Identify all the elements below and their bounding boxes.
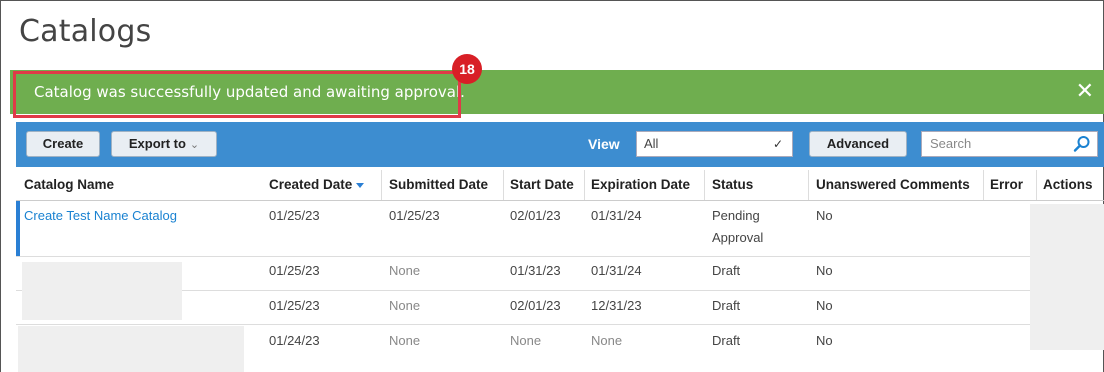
col-header-created-label: Created Date [269, 177, 353, 192]
created-date-cell: 01/24/23 [269, 333, 320, 348]
chevron-down-icon: ⌄ [189, 139, 200, 151]
sort-desc-icon [356, 182, 365, 188]
comments-cell: No [816, 298, 833, 313]
column-divider [704, 170, 705, 200]
status-cell: Draft [712, 333, 741, 348]
redacted-catalog-names [22, 262, 182, 320]
view-label: View [588, 136, 620, 152]
expiration-date-cell: 01/31/24 [591, 263, 642, 278]
status-cell: Draft [712, 263, 741, 278]
status-cell: Pending [712, 208, 760, 223]
advanced-button[interactable]: Advanced [809, 131, 907, 157]
status-cell-line2: Approval [712, 230, 764, 245]
column-divider [503, 170, 504, 200]
header-divider [16, 200, 1104, 201]
column-divider [983, 170, 984, 200]
status-cell: Draft [712, 298, 741, 313]
col-header-start-date[interactable]: Start Date [510, 170, 574, 200]
start-date-cell: 02/01/23 [510, 208, 561, 223]
column-divider [584, 170, 585, 200]
search-icon[interactable] [1073, 135, 1091, 153]
created-date-cell: 01/25/23 [269, 208, 320, 223]
created-date-cell: 01/25/23 [269, 298, 320, 313]
export-to-label: Export to [128, 136, 186, 151]
submitted-date-cell: None [389, 333, 421, 348]
row-divider [16, 324, 1104, 325]
expiration-date-cell: None [591, 333, 623, 348]
chevron-down-icon: ✓ [772, 137, 783, 151]
expiration-date-cell: 12/31/23 [591, 298, 642, 313]
create-button[interactable]: Create [26, 131, 100, 157]
created-date-cell: 01/25/23 [269, 263, 320, 278]
close-icon[interactable]: ✕ [1076, 78, 1094, 104]
col-header-status[interactable]: Status [712, 170, 753, 200]
submitted-date-cell: None [389, 263, 421, 278]
start-date-cell: 02/01/23 [510, 298, 561, 313]
start-date-cell: None [510, 333, 542, 348]
highlight-box [13, 71, 461, 118]
row-divider [16, 256, 1104, 257]
search-placeholder: Search [930, 136, 972, 151]
col-header-error[interactable]: Error [990, 170, 1023, 200]
redacted-catalog-name [18, 326, 244, 372]
column-divider [1036, 170, 1037, 200]
view-select-value: All [644, 136, 659, 151]
col-header-expiration-date[interactable]: Expiration Date [591, 170, 690, 200]
col-header-unanswered-comments[interactable]: Unanswered Comments [816, 170, 970, 200]
col-header-catalog-name[interactable]: Catalog Name [24, 170, 114, 200]
catalog-name-link[interactable]: Create Test Name Catalog [24, 205, 177, 227]
column-divider [381, 170, 382, 200]
submitted-date-cell: None [389, 298, 421, 313]
comments-cell: No [816, 263, 833, 278]
col-header-created-date[interactable]: Created Date [269, 170, 365, 200]
redacted-actions [1030, 204, 1104, 350]
selected-row-indicator [16, 201, 20, 256]
expiration-date-cell: 01/31/24 [591, 208, 642, 223]
start-date-cell: 01/31/23 [510, 263, 561, 278]
comments-cell: No [816, 208, 833, 223]
catalog-toolbar: Create Export to ⌄ View All ✓ Advanced Se… [16, 122, 1104, 167]
export-to-button[interactable]: Export to ⌄ [111, 131, 217, 157]
step-badge: 18 [452, 54, 482, 84]
search-input[interactable]: Search [921, 131, 1098, 157]
col-header-actions: Actions [1043, 177, 1093, 192]
view-select[interactable]: All ✓ [636, 131, 793, 157]
comments-cell: No [816, 333, 833, 348]
col-header-submitted-date[interactable]: Submitted Date [389, 170, 488, 200]
column-divider [808, 170, 809, 200]
submitted-date-cell: 01/25/23 [389, 208, 440, 223]
page-title: Catalogs [19, 14, 152, 49]
